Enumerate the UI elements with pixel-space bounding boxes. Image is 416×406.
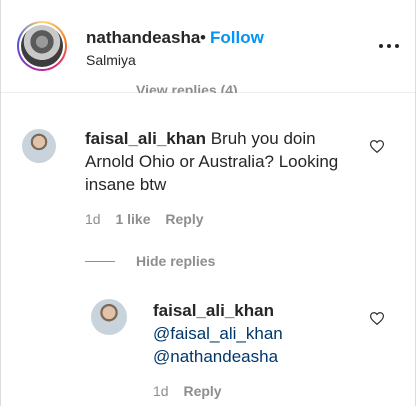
comment-body: faisal_ali_khan Bruh you doin Arnold Ohi… bbox=[85, 127, 365, 196]
like-reply-icon[interactable] bbox=[370, 312, 384, 325]
reply-avatar[interactable] bbox=[91, 299, 127, 335]
comment-meta: 1d 1 like Reply bbox=[85, 211, 204, 227]
post-header: nathandeasha • Follow Salmiya bbox=[1, 0, 415, 93]
follow-button[interactable]: Follow bbox=[210, 28, 264, 48]
reply-reply-button[interactable]: Reply bbox=[183, 383, 221, 399]
comment-username[interactable]: faisal_ali_khan bbox=[85, 129, 206, 148]
comment-likes[interactable]: 1 like bbox=[115, 211, 150, 227]
reply-body: faisal_ali_khan @faisal_ali_khan @nathan… bbox=[153, 299, 363, 368]
reply-username[interactable]: faisal_ali_khan bbox=[153, 299, 363, 322]
hide-replies-divider bbox=[85, 261, 115, 262]
like-comment-icon[interactable] bbox=[370, 140, 384, 153]
view-replies-partial[interactable]: View replies (4) bbox=[136, 84, 238, 93]
comment-age: 1d bbox=[85, 211, 101, 227]
author-avatar[interactable] bbox=[17, 21, 67, 71]
author-username[interactable]: nathandeasha bbox=[86, 28, 200, 48]
more-options-icon[interactable] bbox=[375, 36, 403, 56]
reply-age: 1d bbox=[153, 383, 169, 399]
reply-meta: 1d Reply bbox=[153, 383, 222, 399]
comment-reply-button[interactable]: Reply bbox=[165, 211, 203, 227]
post-comments-panel: nathandeasha • Follow Salmiya View repli… bbox=[0, 0, 416, 406]
post-location[interactable]: Salmiya bbox=[86, 52, 136, 68]
reply-mention-1[interactable]: @faisal_ali_khan bbox=[153, 322, 363, 345]
reply-mention-2[interactable]: @nathandeasha bbox=[153, 345, 363, 368]
hide-replies-button[interactable]: Hide replies bbox=[136, 253, 215, 269]
separator-dot: • bbox=[200, 28, 206, 47]
commenter-avatar[interactable] bbox=[22, 129, 56, 163]
